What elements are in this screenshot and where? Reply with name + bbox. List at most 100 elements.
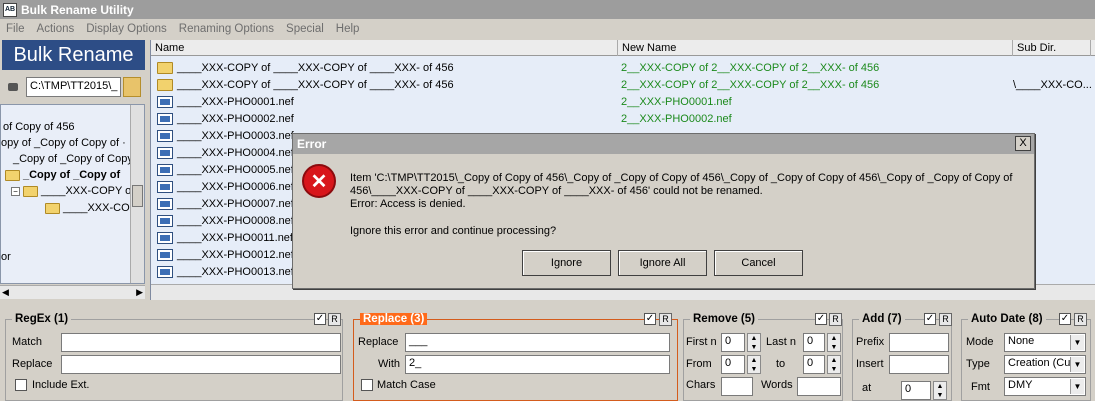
replace-input[interactable]: ___ xyxy=(405,333,670,352)
file-row[interactable]: ____XXX-PHO0002.nef 2__XXX-PHO0002.nef xyxy=(151,110,1095,127)
fmt-select[interactable]: DMY ▼ xyxy=(1004,377,1086,396)
replace-title: Replace (3) xyxy=(360,313,428,325)
tree-item[interactable]: of Copy of 456 xyxy=(3,121,75,133)
drive-icon[interactable] xyxy=(6,80,20,94)
new-name: 2__XXX-COPY of 2__XXX-COPY of 2__XXX- of… xyxy=(621,78,880,91)
tree-item-selected[interactable]: _Copy of _Copy of xyxy=(5,169,120,181)
column-name[interactable]: Name xyxy=(151,40,618,56)
ignore-button[interactable]: Ignore xyxy=(522,250,611,276)
column-sub-dir[interactable]: Sub Dir. xyxy=(1013,40,1091,56)
path-input[interactable]: C:\TMP\TT2015\_ xyxy=(26,77,121,97)
match-case-checkbox[interactable] xyxy=(361,379,373,391)
image-file-icon xyxy=(157,214,173,227)
file-name: ____XXX-PHO0012.nef xyxy=(177,248,294,261)
from-spinner[interactable]: ▲ ▼ xyxy=(747,355,761,374)
regex-enable-checkbox[interactable]: ✓ xyxy=(314,313,326,325)
chevron-down-icon[interactable]: ▼ xyxy=(1070,335,1084,350)
image-file-icon xyxy=(157,112,173,125)
file-name: ____XXX-PHO0001.nef xyxy=(177,95,294,108)
ignore-all-button[interactable]: Ignore All xyxy=(618,250,707,276)
file-row[interactable]: ____XXX-COPY of ____XXX-COPY of ____XXX-… xyxy=(151,59,1095,76)
new-name: 2__XXX-COPY of 2__XXX-COPY of 2__XXX- of… xyxy=(621,61,880,74)
folder-icon xyxy=(5,169,20,181)
file-name: ____XXX-PHO0007.nef xyxy=(177,197,294,210)
chevron-down-icon[interactable]: ▼ xyxy=(1070,357,1084,372)
window-titlebar[interactable]: AB Bulk Rename Utility xyxy=(0,0,1095,19)
remove-reset-button[interactable]: R xyxy=(829,313,842,326)
scroll-thumb[interactable] xyxy=(132,185,143,207)
from-input[interactable]: 0 xyxy=(721,355,745,374)
chars-input[interactable] xyxy=(721,377,753,396)
file-name: ____XXX-PHO0008.nef xyxy=(177,214,294,227)
last-n-spinner[interactable]: ▲ ▼ xyxy=(827,333,841,352)
file-name: ____XXX-PHO0003.nef xyxy=(177,129,294,142)
menu-special[interactable]: Special xyxy=(286,23,324,35)
tree-horizontal-scrollbar[interactable]: ◀ ▶ xyxy=(0,285,145,299)
image-file-icon xyxy=(157,180,173,193)
folder-icon xyxy=(157,61,173,74)
tree-item[interactable]: _Copy of _Copy of Copy xyxy=(13,153,133,165)
prefix-input[interactable] xyxy=(889,333,949,352)
autodate-enable-checkbox[interactable]: ✓ xyxy=(1059,313,1071,325)
menu-help[interactable]: Help xyxy=(336,23,360,35)
cancel-button[interactable]: Cancel xyxy=(714,250,803,276)
add-enable-checkbox[interactable]: ✓ xyxy=(924,313,936,325)
folder-tree[interactable]: of Copy of 456 opy of _Copy of Copy of ·… xyxy=(0,104,145,284)
insert-input[interactable] xyxy=(889,355,949,374)
type-select[interactable]: Creation (Cur ▼ xyxy=(1004,355,1086,374)
to-input[interactable]: 0 xyxy=(803,355,825,374)
list-header: Name New Name Sub Dir. xyxy=(151,40,1095,56)
file-name: ____XXX-PHO0004.nef xyxy=(177,146,294,159)
image-file-icon xyxy=(157,248,173,261)
menu-display-options[interactable]: Display Options xyxy=(86,23,167,35)
regex-replace-input[interactable] xyxy=(61,355,341,374)
last-n-input[interactable]: 0 xyxy=(803,333,825,352)
file-row[interactable]: ____XXX-COPY of ____XXX-COPY of ____XXX-… xyxy=(151,76,1095,93)
scroll-left-icon[interactable]: ◀ xyxy=(2,287,9,298)
add-reset-button[interactable]: R xyxy=(939,313,952,326)
menu-actions[interactable]: Actions xyxy=(37,23,75,35)
regex-reset-button[interactable]: R xyxy=(328,313,341,326)
scroll-right-icon[interactable]: ▶ xyxy=(136,287,143,298)
remove-enable-checkbox[interactable]: ✓ xyxy=(815,313,827,325)
autodate-reset-button[interactable]: R xyxy=(1074,313,1087,326)
image-file-icon xyxy=(157,95,173,108)
tree-item[interactable]: or xyxy=(1,251,11,263)
mode-label: Mode xyxy=(966,336,994,348)
add-title: Add (7) xyxy=(859,313,905,325)
close-icon[interactable]: X xyxy=(1015,136,1031,151)
to-spinner[interactable]: ▲ ▼ xyxy=(827,355,841,374)
tree-item[interactable]: opy of _Copy of Copy of · xyxy=(1,137,126,149)
column-new-name[interactable]: New Name xyxy=(618,40,1013,56)
remove-title: Remove (5) xyxy=(690,313,758,325)
error-dialog: Error X ✕ Item 'C:\TMP\TT2015\_Copy of C… xyxy=(292,133,1035,289)
file-name: ____XXX-PHO0011.nef xyxy=(177,231,293,244)
include-ext-label: Include Ext. xyxy=(32,379,90,391)
tree-item[interactable]: − ____XXX-COPY o xyxy=(11,185,131,197)
image-file-icon xyxy=(157,231,173,244)
regex-replace-label: Replace xyxy=(12,358,53,370)
at-spinner[interactable]: ▲ ▼ xyxy=(933,381,947,400)
brand-banner: Bulk Rename xyxy=(2,40,145,70)
at-input[interactable]: 0 xyxy=(901,381,931,400)
chevron-down-icon[interactable]: ▼ xyxy=(1070,379,1084,394)
tree-item[interactable]: ____XXX-CO xyxy=(45,202,130,214)
words-input[interactable] xyxy=(797,377,841,396)
menu-file[interactable]: File xyxy=(6,23,25,35)
with-input[interactable]: 2_ xyxy=(405,355,670,374)
file-name: ____XXX-PHO0013.nef xyxy=(177,265,294,278)
first-n-spinner[interactable]: ▲ ▼ xyxy=(747,333,761,352)
menu-renaming-options[interactable]: Renaming Options xyxy=(179,23,274,35)
mode-select[interactable]: None ▼ xyxy=(1004,333,1086,352)
fmt-label: Fmt xyxy=(971,381,990,393)
replace-enable-checkbox[interactable]: ✓ xyxy=(644,313,656,325)
tree-vertical-scrollbar[interactable] xyxy=(130,105,144,283)
expand-icon[interactable]: − xyxy=(11,186,20,196)
regex-match-input[interactable] xyxy=(61,333,341,352)
include-ext-checkbox[interactable] xyxy=(15,379,27,391)
first-n-input[interactable]: 0 xyxy=(721,333,745,352)
file-row[interactable]: ____XXX-PHO0001.nef 2__XXX-PHO0001.nef xyxy=(151,93,1095,110)
insert-label: Insert xyxy=(856,358,884,370)
replace-reset-button[interactable]: R xyxy=(659,313,672,326)
browse-folder-button[interactable] xyxy=(123,77,141,97)
